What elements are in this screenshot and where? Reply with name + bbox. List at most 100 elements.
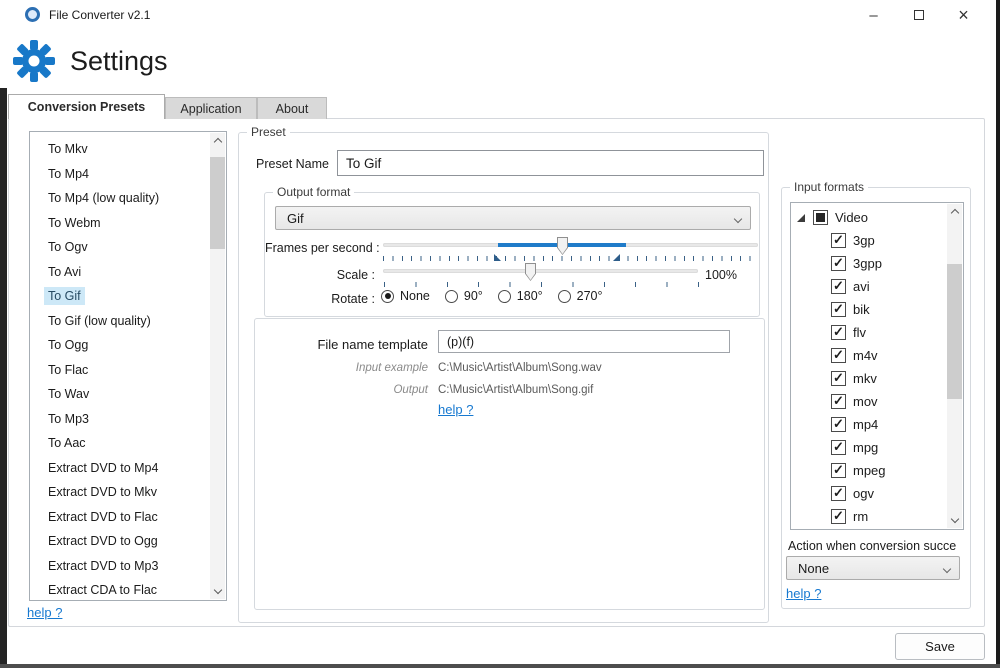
preset-list-item[interactable]: To Mp4 (low quality) bbox=[30, 186, 209, 211]
preset-list-scrollbar[interactable] bbox=[210, 133, 225, 599]
preset-list-item[interactable]: To Gif (low quality) bbox=[30, 309, 209, 334]
scale-slider-thumb[interactable] bbox=[525, 263, 536, 281]
checkbox-checked-icon[interactable]: ✓ bbox=[831, 279, 846, 294]
action-on-success-label: Action when conversion succe bbox=[788, 539, 968, 553]
checkbox-checked-icon[interactable]: ✓ bbox=[831, 233, 846, 248]
file-name-template-label: File name template bbox=[255, 337, 428, 352]
app-icon bbox=[25, 7, 40, 22]
tab-conversion-presets[interactable]: Conversion Presets bbox=[8, 94, 165, 119]
scroll-up-icon[interactable] bbox=[947, 204, 962, 219]
formats-help-link[interactable]: help ? bbox=[786, 586, 821, 601]
checkbox-checked-icon[interactable]: ✓ bbox=[831, 302, 846, 317]
preset-list-item[interactable]: To Webm bbox=[30, 211, 209, 236]
save-button[interactable]: Save bbox=[895, 633, 985, 660]
desktop-edge bbox=[996, 0, 1000, 668]
tab-strip: Conversion Presets Application About bbox=[8, 94, 327, 119]
preset-list-item[interactable]: To Mkv bbox=[30, 137, 209, 162]
preset-name-label: Preset Name bbox=[239, 157, 329, 171]
output-format-dropdown[interactable]: Gif bbox=[275, 206, 751, 230]
preset-list-item[interactable]: Extract CDA to Flac bbox=[30, 578, 209, 603]
preset-list-item[interactable]: To Flac bbox=[30, 358, 209, 383]
file-name-template-box: File name template Input example C:\Musi… bbox=[254, 318, 765, 610]
checkbox-checked-icon[interactable]: ✓ bbox=[831, 325, 846, 340]
checkbox-checked-icon[interactable]: ✓ bbox=[831, 256, 846, 271]
scroll-down-icon[interactable] bbox=[947, 513, 962, 528]
format-checkbox-item[interactable]: ✓rm bbox=[831, 509, 868, 524]
checkbox-checked-icon[interactable]: ✓ bbox=[831, 440, 846, 455]
preset-list-item[interactable]: Extract DVD to Mkv bbox=[30, 480, 209, 505]
minimize-button[interactable]: – bbox=[851, 0, 896, 30]
checkbox-checked-icon[interactable]: ✓ bbox=[831, 486, 846, 501]
desktop-edge bbox=[0, 664, 1000, 668]
close-button[interactable]: × bbox=[941, 0, 986, 30]
preset-list-item[interactable]: To Ogg bbox=[30, 333, 209, 358]
format-checkbox-item[interactable]: ✓mpeg bbox=[831, 463, 886, 478]
format-checkbox-item[interactable]: ✓mp4 bbox=[831, 417, 878, 432]
input-formats-group-label: Input formats bbox=[790, 180, 868, 194]
format-checkbox-item[interactable]: ✓mkv bbox=[831, 371, 877, 386]
preset-list-item[interactable]: To Ogv bbox=[30, 235, 209, 260]
window-title: File Converter v2.1 bbox=[49, 8, 150, 22]
rotate-radio-90[interactable]: 90° bbox=[445, 289, 483, 303]
fps-slider-thumb[interactable] bbox=[557, 237, 568, 255]
format-checkbox-item[interactable]: ✓mpg bbox=[831, 440, 878, 455]
tab-content: To Mkv To Mp4 To Mp4 (low quality) To We… bbox=[8, 118, 985, 627]
format-checkbox-item[interactable]: ✓avi bbox=[831, 279, 870, 294]
rotate-radio-none[interactable]: None bbox=[381, 289, 430, 303]
scroll-up-icon[interactable] bbox=[210, 133, 225, 148]
checkbox-checked-icon[interactable]: ✓ bbox=[831, 394, 846, 409]
format-checkbox-item[interactable]: ✓3gp bbox=[831, 233, 875, 248]
preset-group-label: Preset bbox=[247, 125, 290, 139]
preset-list-item[interactable]: To Aac bbox=[30, 431, 209, 456]
rotate-radio-270[interactable]: 270° bbox=[558, 289, 603, 303]
preset-list-item-selected[interactable]: To Gif bbox=[30, 284, 209, 309]
template-help-link[interactable]: help ? bbox=[438, 402, 473, 417]
radio-icon bbox=[445, 290, 458, 303]
preset-list-item[interactable]: Extract DVD to Ogg bbox=[30, 529, 209, 554]
action-dropdown[interactable]: None bbox=[786, 556, 960, 580]
preset-name-input[interactable] bbox=[337, 150, 764, 176]
fps-label: Frames per second : bbox=[265, 241, 375, 255]
checkbox-checked-icon[interactable]: ✓ bbox=[831, 371, 846, 386]
title-bar: File Converter v2.1 – × bbox=[0, 0, 996, 30]
sidebar-help-link[interactable]: help ? bbox=[27, 605, 62, 620]
input-formats-tree: Video ✓3gp ✓3gpp ✓avi ✓bik ✓flv ✓m4v ✓mk… bbox=[790, 202, 964, 530]
preset-list-item[interactable]: To Mp3 bbox=[30, 407, 209, 432]
format-checkbox-item[interactable]: ✓ogv bbox=[831, 486, 874, 501]
expander-icon[interactable] bbox=[797, 214, 805, 222]
output-format-value: Gif bbox=[276, 211, 304, 226]
preset-list-item[interactable]: To Mp4 bbox=[30, 162, 209, 187]
preset-list-item[interactable]: Extract DVD to Flac bbox=[30, 505, 209, 530]
format-checkbox-item[interactable]: ✓flv bbox=[831, 325, 866, 340]
checkbox-checked-icon[interactable]: ✓ bbox=[831, 348, 846, 363]
format-checkbox-item[interactable]: ✓bik bbox=[831, 302, 870, 317]
checkbox-checked-icon[interactable]: ✓ bbox=[831, 417, 846, 432]
format-checkbox-item[interactable]: ✓mov bbox=[831, 394, 878, 409]
preset-list-item[interactable]: To Wav bbox=[30, 382, 209, 407]
scale-slider-track[interactable] bbox=[383, 269, 698, 273]
rotate-radio-180[interactable]: 180° bbox=[498, 289, 543, 303]
checkbox-checked-icon[interactable]: ✓ bbox=[831, 509, 846, 524]
preset-list-item[interactable]: Extract DVD to Mp3 bbox=[30, 554, 209, 579]
radio-icon bbox=[498, 290, 511, 303]
scrollbar-thumb[interactable] bbox=[947, 264, 962, 399]
scale-slider-ticks bbox=[384, 282, 699, 287]
format-checkbox-item[interactable]: ✓3gpp bbox=[831, 256, 882, 271]
checkbox-checked-icon[interactable]: ✓ bbox=[831, 463, 846, 478]
tree-node-video[interactable]: Video bbox=[797, 210, 868, 225]
scale-slider[interactable] bbox=[383, 263, 698, 281]
format-checkbox-item[interactable]: ✓m4v bbox=[831, 348, 878, 363]
tab-about[interactable]: About bbox=[257, 97, 327, 119]
preset-list-item[interactable]: Extract DVD to Mp4 bbox=[30, 456, 209, 481]
maximize-icon bbox=[914, 10, 924, 20]
scrollbar-thumb[interactable] bbox=[210, 157, 225, 249]
formats-scrollbar[interactable] bbox=[947, 204, 962, 528]
tab-application[interactable]: Application bbox=[165, 97, 257, 119]
maximize-button[interactable] bbox=[896, 0, 941, 30]
preset-list-item[interactable]: To Avi bbox=[30, 260, 209, 285]
scroll-down-icon[interactable] bbox=[210, 584, 225, 599]
fps-slider[interactable] bbox=[383, 237, 758, 255]
checkbox-indeterminate-icon[interactable] bbox=[813, 210, 828, 225]
file-name-template-input[interactable] bbox=[438, 330, 730, 353]
input-formats-group: Input formats Video ✓3gp ✓3gpp ✓avi ✓bik… bbox=[781, 187, 971, 609]
